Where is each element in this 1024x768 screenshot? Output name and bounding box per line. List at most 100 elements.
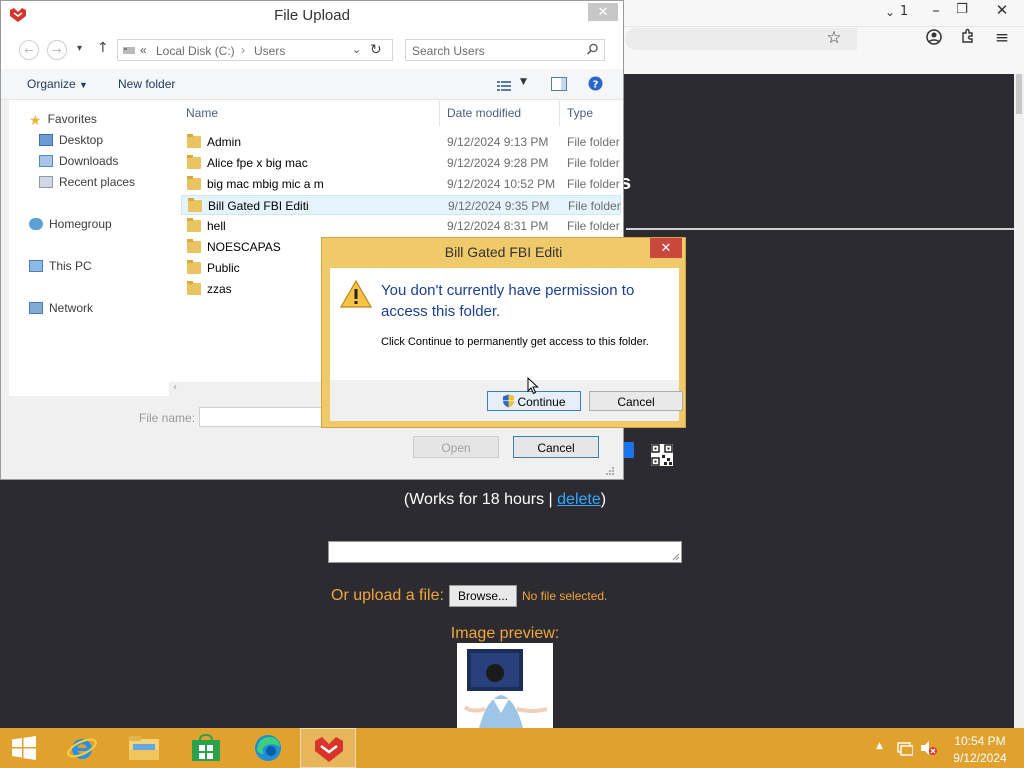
action-center-icon[interactable] xyxy=(897,740,914,760)
file-name-cell: Admin xyxy=(207,135,242,149)
continue-label: Continue xyxy=(517,395,566,409)
permission-body: You don't currently have permission to a… xyxy=(330,268,679,380)
nav-network-label: Network xyxy=(49,301,94,315)
show-hidden-icons-icon[interactable]: ▲ xyxy=(876,741,883,751)
url-bar[interactable] xyxy=(625,28,857,50)
cancel-button[interactable]: Cancel xyxy=(513,436,599,458)
paste-textarea[interactable] xyxy=(328,541,682,563)
uac-shield-icon xyxy=(502,394,515,414)
chevron-down-icon: ▼ xyxy=(79,80,88,90)
resize-grip-icon[interactable] xyxy=(605,461,615,480)
secure-browser-taskbar-icon[interactable] xyxy=(300,728,356,768)
clock-time[interactable]: 10:54 PM xyxy=(940,734,1020,748)
file-name-cell: hell xyxy=(207,219,226,233)
folder-icon xyxy=(187,260,201,274)
up-arrow-icon[interactable]: ↑ xyxy=(97,40,109,56)
file-type-cell: File folder xyxy=(567,177,620,191)
view-dropdown-icon[interactable]: ▼ xyxy=(520,77,527,87)
breadcrumb-separator-icon: › xyxy=(241,43,245,57)
dialog-close-button[interactable]: ✕ xyxy=(588,3,618,21)
new-folder-button[interactable]: New folder xyxy=(118,77,175,91)
bookmark-flag-icon xyxy=(624,442,634,458)
no-file-status: No file selected. xyxy=(522,589,608,603)
scroll-left-icon[interactable]: ‹ xyxy=(173,382,177,393)
column-header-name[interactable]: Name xyxy=(186,106,218,120)
network-icon xyxy=(29,302,43,314)
breadcrumb-users[interactable]: Users xyxy=(254,44,285,58)
table-row[interactable]: Bill Gated FBI Editi 9/12/2024 9:35 PM Fil… xyxy=(181,195,621,215)
breadcrumb-overflow-icon[interactable]: « xyxy=(140,43,147,57)
warning-icon xyxy=(339,279,373,312)
nav-recent-places[interactable]: Recent places xyxy=(39,175,135,189)
expiry-text-end: ) xyxy=(600,491,607,508)
downloads-icon xyxy=(39,155,53,167)
store-icon[interactable] xyxy=(178,728,234,768)
nav-downloads-label: Downloads xyxy=(59,154,119,168)
file-date-cell: 9/12/2024 10:52 PM xyxy=(447,177,556,191)
upload-label: Or upload a file: xyxy=(331,587,444,604)
table-row[interactable]: big mac mbig mic a m 9/12/2024 10:52 PM Fi… xyxy=(181,174,621,194)
recent-locations-chevron-icon[interactable]: ▾ xyxy=(77,43,82,54)
browse-button[interactable]: Browse... xyxy=(449,585,517,607)
restore-icon[interactable]: ❐ xyxy=(952,0,972,20)
permission-cancel-button[interactable]: Cancel xyxy=(589,391,683,411)
nav-this-pc[interactable]: This PC xyxy=(29,259,92,273)
delete-link[interactable]: delete xyxy=(557,491,601,508)
menu-icon[interactable]: ≡ xyxy=(992,28,1012,48)
dialog-toolbar: Organize ▼ New folder ▼ ? xyxy=(1,69,623,100)
nav-desktop[interactable]: Desktop xyxy=(39,133,103,147)
file-explorer-icon[interactable] xyxy=(116,728,172,768)
desktop-icon xyxy=(39,134,53,146)
file-name-cell: NOESCAPAS xyxy=(207,240,281,254)
folder-icon xyxy=(187,134,201,148)
search-input[interactable]: Search Users xyxy=(405,39,605,61)
permission-footer: Continue Cancel xyxy=(330,380,683,421)
clock-date[interactable]: 9/12/2024 xyxy=(940,751,1020,765)
file-type-cell: File folder xyxy=(568,199,621,213)
column-header-date[interactable]: Date modified xyxy=(447,106,521,120)
nav-downloads[interactable]: Downloads xyxy=(39,154,118,168)
organize-label: Organize xyxy=(27,77,76,91)
file-type-cell: File folder xyxy=(567,135,620,149)
view-options-icon[interactable] xyxy=(497,77,511,96)
nav-network[interactable]: Network xyxy=(29,301,93,315)
svg-text:?: ? xyxy=(593,80,599,91)
back-arrow-icon[interactable]: ← xyxy=(19,40,39,60)
organize-menu[interactable]: Organize ▼ xyxy=(27,77,88,91)
forward-arrow-icon[interactable]: → xyxy=(47,40,67,60)
nav-favorites[interactable]: ★ Favorites xyxy=(29,112,97,128)
bookmark-star-icon[interactable]: ☆ xyxy=(824,28,844,48)
permission-close-button[interactable]: ✕ xyxy=(650,238,682,258)
file-name-input[interactable] xyxy=(199,407,329,427)
internet-explorer-icon[interactable] xyxy=(54,728,110,768)
help-icon[interactable]: ? xyxy=(588,76,603,95)
file-date-cell: 9/12/2024 9:13 PM xyxy=(447,135,549,149)
qr-code-icon[interactable] xyxy=(651,444,673,466)
edge-browser-icon[interactable] xyxy=(240,728,296,768)
window-close-icon[interactable]: ✕ xyxy=(992,0,1012,20)
table-row[interactable]: Admin 9/12/2024 9:13 PM File folder xyxy=(181,132,621,152)
address-bar[interactable]: « Local Disk (C:) › Users ⌄ ↻ xyxy=(117,39,393,61)
page-scrollbar[interactable] xyxy=(1014,74,1024,728)
address-dropdown-icon[interactable]: ⌄ xyxy=(352,43,361,56)
table-row[interactable]: hell 9/12/2024 8:31 PM File folder xyxy=(181,216,621,236)
profile-icon[interactable] xyxy=(924,28,944,48)
nav-desktop-label: Desktop xyxy=(59,133,104,147)
preview-pane-icon[interactable] xyxy=(551,76,567,95)
column-header-type[interactable]: Type xyxy=(567,106,593,120)
file-date-cell: 9/12/2024 8:31 PM xyxy=(447,219,549,233)
file-list-scrollbar[interactable]: ‹ xyxy=(169,382,329,396)
divider xyxy=(626,228,1014,230)
volume-muted-icon[interactable] xyxy=(920,740,938,760)
breadcrumb-drive[interactable]: Local Disk (C:) xyxy=(156,44,235,58)
open-button[interactable]: Open xyxy=(413,436,499,458)
minimize-icon[interactable]: – xyxy=(926,0,946,20)
start-button[interactable] xyxy=(0,728,56,768)
navigation-bar: ← → ▾ ↑ « Local Disk (C:) › Users ⌄ ↻ Se… xyxy=(1,31,623,69)
permission-message: You don't currently have permission to a… xyxy=(381,282,635,320)
table-row[interactable]: Alice fpe x big mac 9/12/2024 9:28 PM File… xyxy=(181,153,621,173)
nav-homegroup[interactable]: Homegroup xyxy=(29,217,112,231)
refresh-icon[interactable]: ↻ xyxy=(370,41,382,58)
dialog-titlebar[interactable]: File Upload ✕ xyxy=(1,1,623,31)
extensions-icon[interactable] xyxy=(958,28,978,48)
